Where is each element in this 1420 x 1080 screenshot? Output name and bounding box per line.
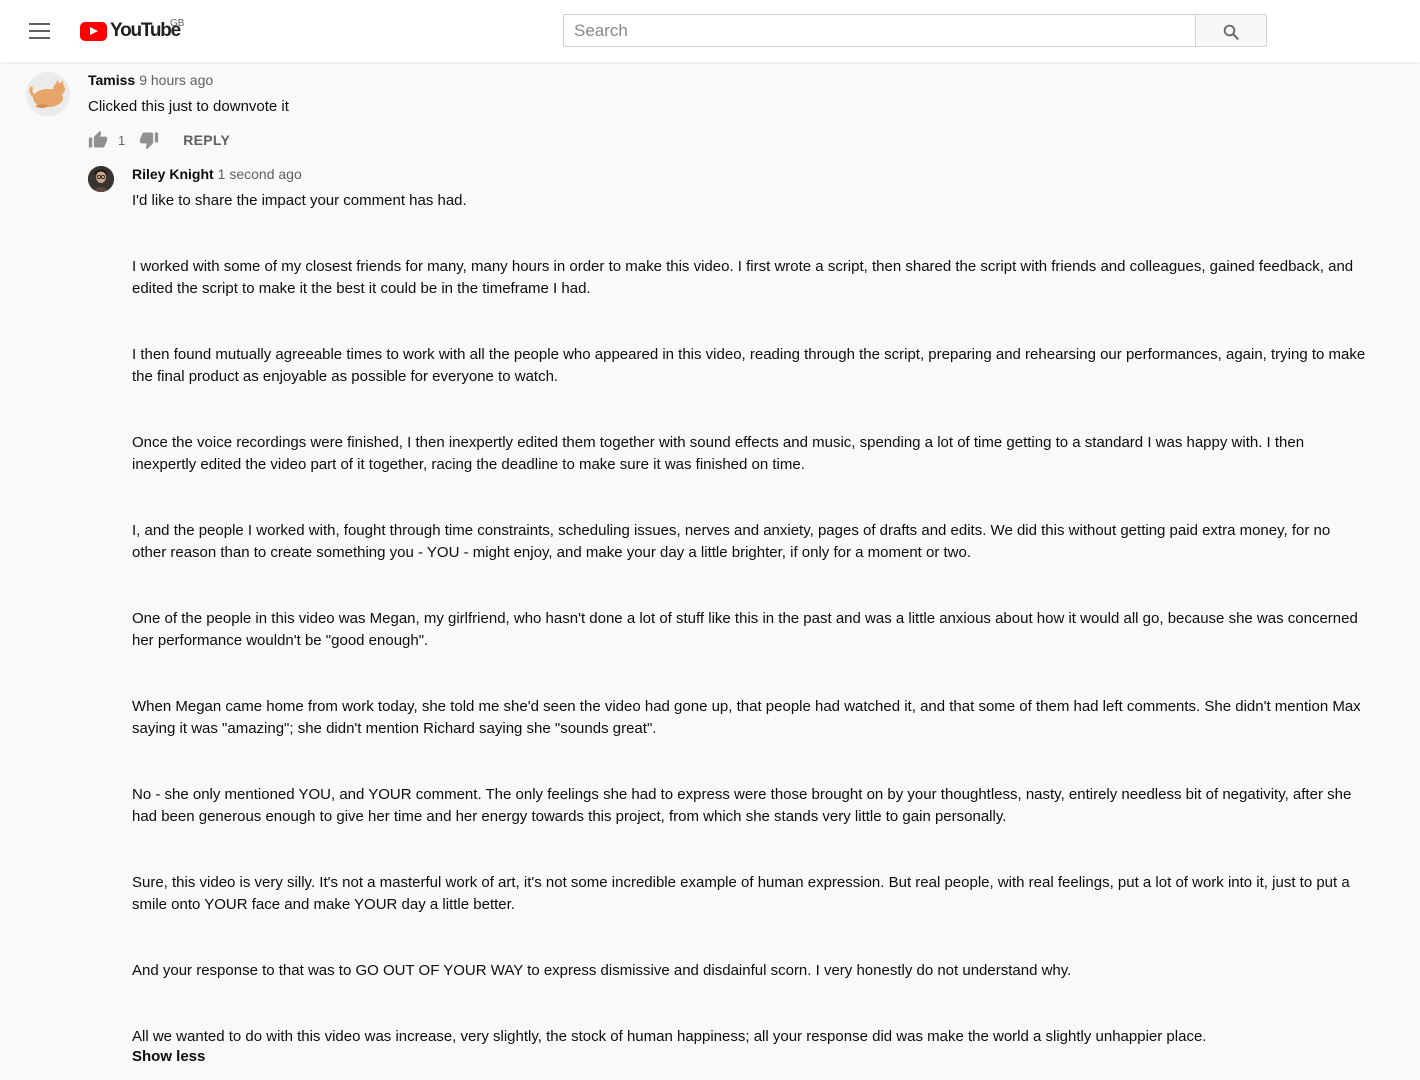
comment-toolbar: 1 REPLY [88,129,230,151]
reply-paragraph: I worked with some of my closest friends… [132,258,1354,297]
reply-paragraph: Once the voice recordings were finished,… [132,434,1305,473]
reply-time[interactable]: 1 second ago [218,166,302,182]
reply-paragraph: One of the people in this video was Mega… [132,610,1358,649]
like-icon[interactable] [88,130,108,150]
like-count: 1 [118,132,126,148]
dislike-icon[interactable] [139,130,159,150]
reply-paragraph: When Megan came home from work today, sh… [132,698,1361,737]
reply-button[interactable]: REPLY [183,132,230,148]
comment-time[interactable]: 9 hours ago [139,72,213,88]
comment-header: Tamiss 9 hours ago [88,72,213,90]
reply-paragraph: And your response to that was to GO OUT … [132,962,1072,979]
search-button[interactable] [1195,14,1267,47]
comment-author[interactable]: Tamiss [88,72,135,88]
youtube-logo[interactable]: YouTube [80,19,181,43]
masthead: YouTube GB [0,0,1420,62]
play-logo-icon [80,21,107,41]
comment-text: Clicked this just to downvote it [88,98,289,115]
search-icon [1223,24,1239,40]
cat-avatar-icon [26,72,70,116]
reply-paragraph: I'd like to share the impact your commen… [132,192,467,209]
reply-author[interactable]: Riley Knight [132,166,214,182]
region-code: GB [170,18,185,29]
reply-header: Riley Knight 1 second ago [132,166,302,184]
person-avatar-icon [88,166,114,192]
search-input[interactable] [563,14,1196,47]
reply-paragraph: All we wanted to do with this video was … [132,1028,1207,1045]
avatar[interactable] [26,72,70,116]
reply-text: I'd like to share the impact your commen… [132,190,1368,1048]
reply-paragraph: Sure, this video is very silly. It's not… [132,874,1350,913]
reply-paragraph: I, and the people I worked with, fought … [132,522,1331,561]
reply-paragraph: No - she only mentioned YOU, and YOUR co… [132,786,1352,825]
hamburger-menu-icon[interactable] [26,18,54,44]
reply-avatar[interactable] [88,166,114,192]
show-less-button[interactable]: Show less [132,1048,205,1065]
reply-paragraph: I then found mutually agreeable times to… [132,346,1366,385]
